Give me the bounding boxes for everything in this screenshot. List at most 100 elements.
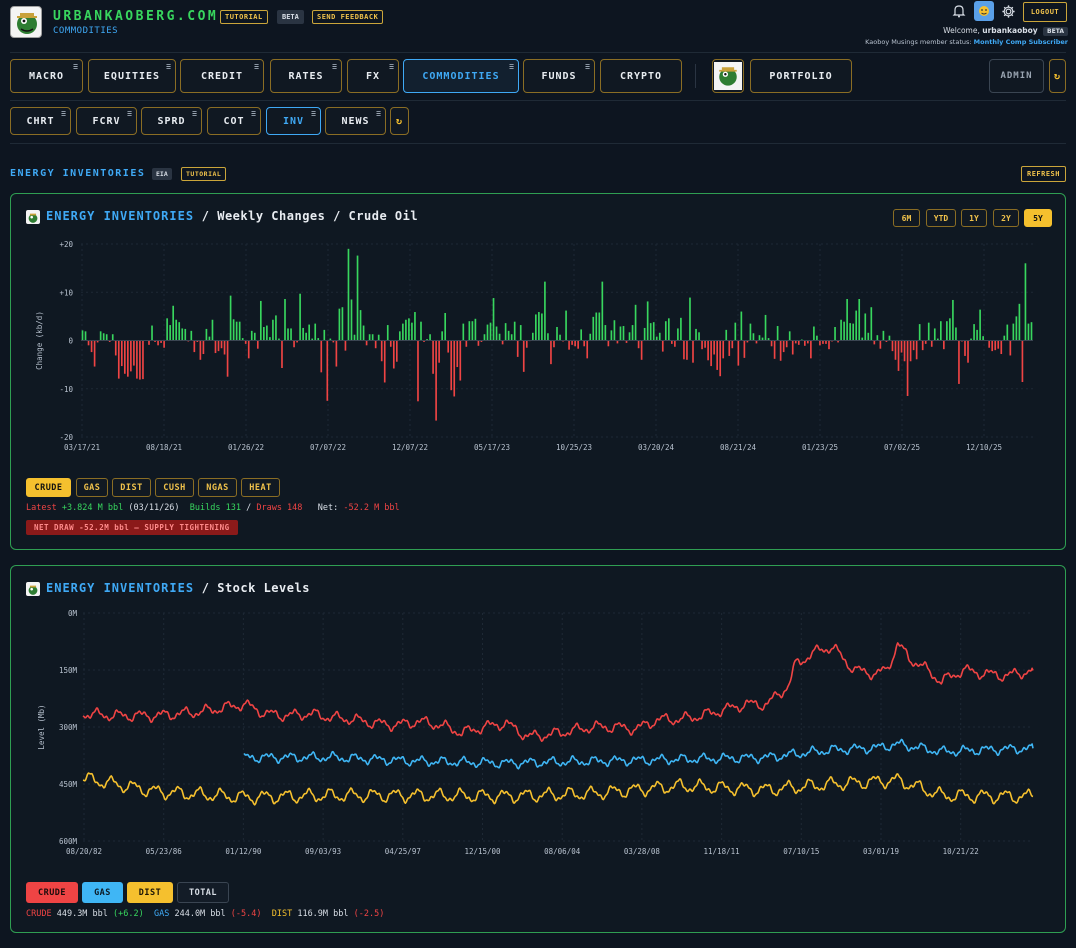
- dist-label: DIST: [271, 909, 298, 919]
- series-cush[interactable]: CUSH: [155, 478, 194, 497]
- nav-refresh-button[interactable]: ↻: [1049, 59, 1066, 93]
- draw-bar: [163, 340, 165, 348]
- nav-credit[interactable]: CREDIT ≡: [180, 59, 264, 93]
- portfolio-button[interactable]: PORTFOLIO: [750, 59, 852, 93]
- build-bar: [973, 324, 975, 341]
- draw-bar: [661, 340, 664, 352]
- menu-icon[interactable]: ≡: [192, 110, 198, 118]
- build-bar: [864, 313, 867, 341]
- bell-icon[interactable]: [950, 2, 968, 20]
- build-bar: [667, 318, 670, 341]
- x-tick-label: 12/15/00: [464, 847, 501, 856]
- tab-cot[interactable]: COT ≡: [207, 107, 261, 135]
- draw-bar: [701, 340, 703, 350]
- build-bar: [408, 318, 410, 341]
- legend-gas[interactable]: GAS: [82, 882, 123, 903]
- draw-bar: [389, 340, 392, 347]
- portfolio-logo[interactable]: [712, 59, 744, 93]
- refresh-button[interactable]: REFRESH: [1020, 166, 1066, 182]
- site-logo[interactable]: [10, 6, 42, 38]
- build-bar: [976, 329, 978, 341]
- build-bar: [1027, 323, 1030, 341]
- draw-bar: [123, 340, 126, 374]
- gear-icon[interactable]: [999, 2, 1017, 20]
- draw-bar: [217, 340, 220, 352]
- build-bar: [504, 323, 507, 341]
- build-bar: [359, 310, 362, 341]
- build-bar: [843, 321, 845, 341]
- build-bar: [631, 325, 634, 341]
- build-bar: [544, 281, 546, 341]
- nav-fx[interactable]: FX ≡: [347, 59, 399, 93]
- nav-rates[interactable]: RATES ≡: [270, 59, 342, 93]
- nav-macro[interactable]: MACRO ≡: [10, 59, 83, 93]
- build-bar: [876, 335, 879, 341]
- site-title[interactable]: URBANKAOBERG.COM: [53, 9, 218, 24]
- menu-icon[interactable]: ≡: [61, 110, 67, 118]
- nav-separator: [695, 64, 696, 88]
- tab-chrt[interactable]: CHRT ≡: [10, 107, 71, 135]
- draw-bar: [193, 340, 196, 353]
- menu-icon[interactable]: ≡: [585, 63, 591, 71]
- draw-bar: [395, 340, 398, 362]
- build-bar: [680, 317, 682, 341]
- build-bar: [290, 328, 292, 341]
- menu-icon[interactable]: ≡: [509, 63, 515, 71]
- menu-icon[interactable]: ≡: [127, 110, 133, 118]
- menu-icon[interactable]: ≡: [311, 110, 317, 118]
- tab-news[interactable]: NEWS ≡: [325, 107, 386, 135]
- menu-icon[interactable]: ≡: [254, 63, 260, 71]
- legend-dist[interactable]: DIST: [127, 882, 173, 903]
- y-tick-label: -20: [59, 433, 73, 442]
- menu-icon[interactable]: ≡: [332, 63, 338, 71]
- build-bar: [483, 334, 486, 341]
- nav-commodities[interactable]: COMMODITIES ≡: [403, 59, 519, 93]
- series-crude[interactable]: CRUDE: [26, 478, 71, 497]
- draw-bar: [256, 340, 259, 349]
- member-status-value[interactable]: Monthly Comp Subscriber: [974, 38, 1068, 46]
- nav-equities[interactable]: EQUITIES ≡: [88, 59, 176, 93]
- admin-button[interactable]: ADMIN: [989, 59, 1044, 93]
- menu-icon[interactable]: ≡: [166, 63, 172, 71]
- build-bar: [284, 299, 286, 341]
- series-ngas[interactable]: NGAS: [198, 478, 237, 497]
- nav-label: MACRO: [28, 70, 65, 82]
- draw-bar: [994, 340, 997, 351]
- build-bar: [541, 313, 543, 341]
- tab-fcrv[interactable]: FCRV ≡: [76, 107, 137, 135]
- draw-bar: [344, 340, 347, 351]
- menu-icon[interactable]: ≡: [376, 110, 382, 118]
- legend-crude[interactable]: CRUDE: [26, 882, 78, 903]
- build-bar: [102, 333, 105, 341]
- nav-crypto[interactable]: CRYPTO: [600, 59, 682, 93]
- subnav-refresh-button[interactable]: ↻: [390, 107, 409, 135]
- build-bar: [592, 316, 595, 341]
- build-bar: [84, 331, 87, 341]
- series-heat[interactable]: HEAT: [241, 478, 280, 497]
- menu-icon[interactable]: ≡: [251, 110, 257, 118]
- series-gas[interactable]: GAS: [76, 478, 108, 497]
- menu-icon[interactable]: ≡: [389, 63, 395, 71]
- draw-bar: [465, 340, 468, 347]
- tutorial-chip[interactable]: TUTORIAL: [220, 10, 268, 24]
- send-feedback-chip[interactable]: SEND FEEDBACK: [312, 10, 384, 24]
- draw-bar: [903, 340, 906, 362]
- legend-total[interactable]: TOTAL: [177, 882, 229, 903]
- logout-button[interactable]: LOGOUT: [1023, 2, 1067, 22]
- build-bar: [689, 297, 691, 341]
- build-bar: [580, 329, 583, 341]
- draw-bar: [894, 340, 897, 360]
- menu-icon[interactable]: ≡: [73, 63, 79, 71]
- draw-bar: [716, 340, 719, 370]
- build-bar: [510, 334, 513, 341]
- nav-funds[interactable]: FUNDS ≡: [523, 59, 595, 93]
- draw-bar: [988, 340, 991, 348]
- build-bar: [652, 322, 655, 341]
- avatar[interactable]: [974, 1, 994, 21]
- tab-sprd[interactable]: SPRD ≡: [141, 107, 202, 135]
- tab-inv[interactable]: INV ≡: [266, 107, 321, 135]
- draw-bar: [383, 340, 386, 383]
- series-dist[interactable]: DIST: [112, 478, 151, 497]
- section-tutorial-chip[interactable]: TUTORIAL: [181, 167, 227, 181]
- username[interactable]: urbankaoboy: [982, 26, 1037, 35]
